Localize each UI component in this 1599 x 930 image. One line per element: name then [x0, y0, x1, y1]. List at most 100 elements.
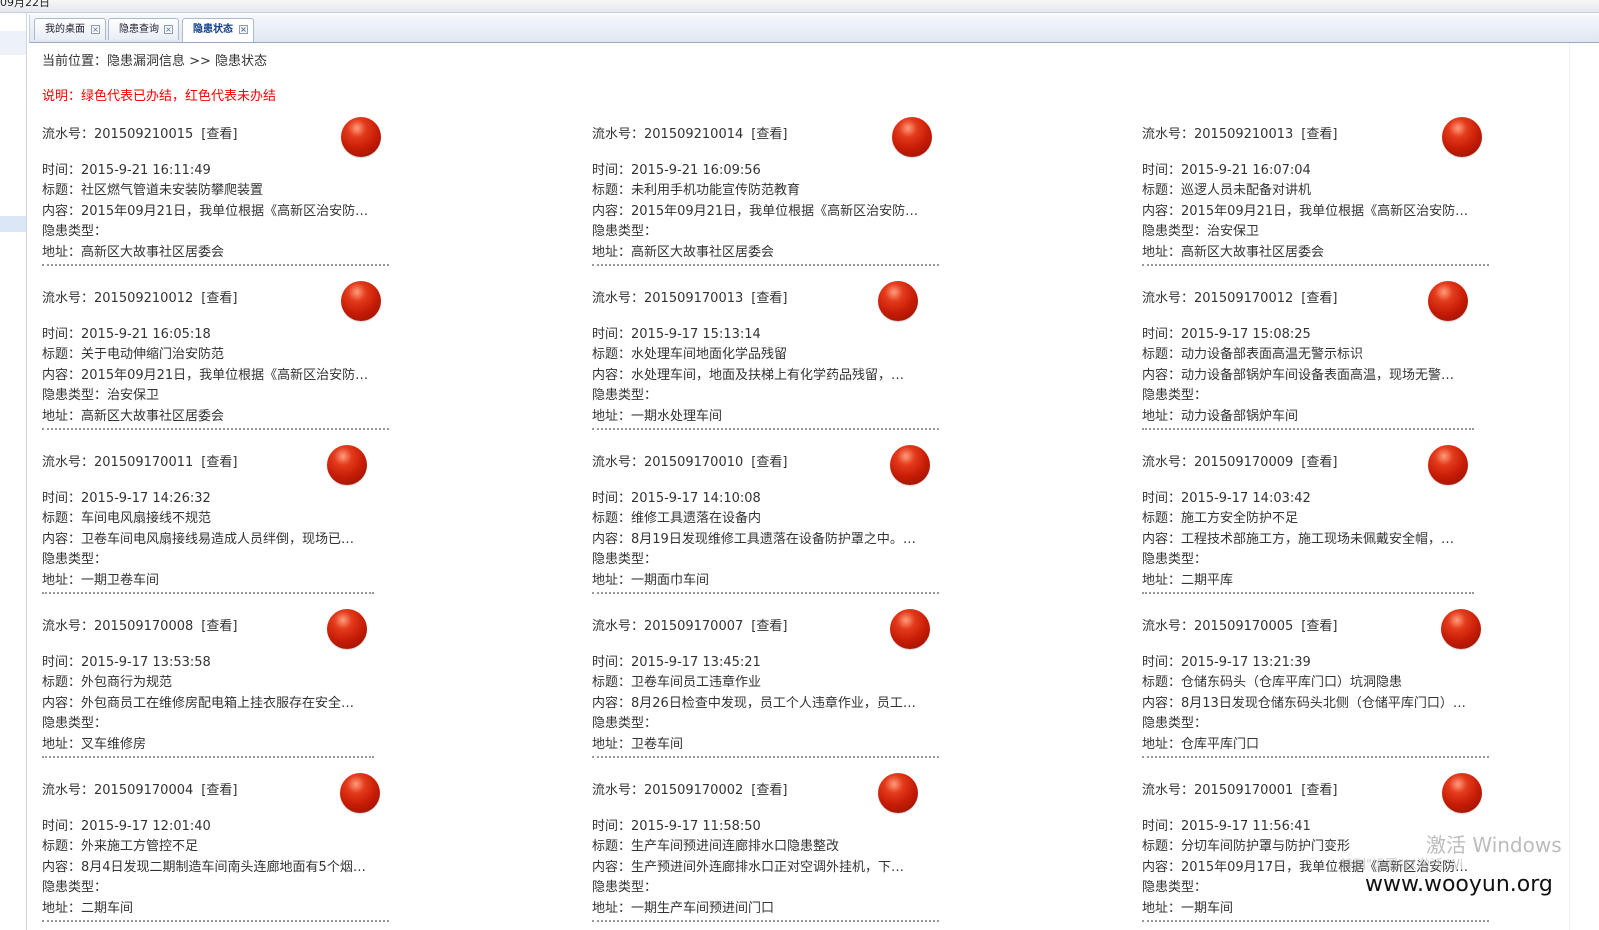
card-divider — [42, 264, 389, 266]
serial-number: 流水号：201509210015 — [42, 127, 194, 142]
view-link[interactable]: [查看] — [1301, 619, 1337, 634]
view-link[interactable]: [查看] — [201, 455, 237, 470]
hazard-type-value: 隐患类型： — [42, 552, 108, 567]
hazard-card: 流水号：201509210013 [查看] 时间：2015-9-21 16:07:0… — [1142, 117, 1492, 285]
title-value: 标题：关于电动伸缩门治安防范 — [42, 347, 225, 362]
address-value: 地址：二期平库 — [1142, 573, 1234, 588]
view-link[interactable]: [查看] — [201, 127, 237, 142]
top-header-bar: 09月22日 — [0, 0, 1599, 13]
view-link[interactable]: [查看] — [1301, 783, 1337, 798]
wooyun-site-label: www.wooyun.org — [1365, 872, 1553, 897]
red-status-indicator-icon — [1442, 117, 1482, 157]
left-nav-strip-selected — [0, 216, 26, 232]
content-value: 内容：卫卷车间电风扇接线易造成人员绊倒，现场已… — [42, 532, 355, 547]
address-value: 地址：一期水处理车间 — [592, 409, 723, 424]
time-value: 时间：2015-9-17 14:03:42 — [1142, 491, 1311, 506]
address-value: 地址：高新区大故事社区居委会 — [42, 245, 225, 260]
address-value: 地址：一期卫卷车间 — [42, 573, 160, 588]
hazard-status-content: 当前位置：隐患漏洞信息 >> 隐患状态 说明：绿色代表已办结，红色代表未办结 流… — [30, 43, 1569, 930]
content-value: 内容：2015年09月21日，我单位根据《高新区治安防… — [42, 368, 369, 383]
tab-label: 隐患状态 — [193, 24, 233, 35]
hazard-card: 流水号：201509170007 [查看] 时间：2015-9-17 13:45:2… — [592, 609, 942, 777]
red-status-indicator-icon — [1441, 609, 1481, 649]
hazard-type-value: 隐患类型： — [592, 880, 658, 895]
tab-my-desktop[interactable]: 我的桌面 × — [34, 18, 106, 40]
tab-hazard-query[interactable]: 隐患查询 × — [108, 18, 179, 40]
content-value: 内容：8月13日发现仓储东码头北侧（仓储平库门口）… — [1142, 696, 1466, 711]
tab-label: 隐患查询 — [119, 24, 159, 35]
title-value: 标题：社区燃气管道未安装防攀爬装置 — [42, 183, 264, 198]
view-link[interactable]: [查看] — [751, 291, 787, 306]
view-link[interactable]: [查看] — [751, 127, 787, 142]
red-status-indicator-icon — [890, 609, 930, 649]
view-link[interactable]: [查看] — [201, 619, 237, 634]
content-value: 内容：工程技术部施工方，施工现场未佩戴安全帽，… — [1142, 532, 1455, 547]
content-value: 内容：水处理车间，地面及扶梯上有化学药品残留，… — [592, 368, 905, 383]
hazard-type-value: 隐患类型： — [592, 716, 658, 731]
title-value: 标题：仓储东码头（仓库平库门口）坑洞隐患 — [1142, 675, 1403, 690]
serial-number: 流水号：201509210014 — [592, 127, 744, 142]
time-value: 时间：2015-9-17 11:58:50 — [592, 819, 761, 834]
card-divider — [42, 592, 374, 594]
hazard-type-value: 隐患类型： — [1142, 388, 1208, 403]
time-value: 时间：2015-9-17 14:10:08 — [592, 491, 761, 506]
serial-number: 流水号：201509210012 — [42, 291, 194, 306]
red-status-indicator-icon — [1428, 281, 1468, 321]
close-icon[interactable]: × — [164, 25, 173, 34]
time-value: 时间：2015-9-21 16:11:49 — [42, 163, 211, 178]
time-value: 时间：2015-9-21 16:09:56 — [592, 163, 761, 178]
view-link[interactable]: [查看] — [201, 783, 237, 798]
address-value: 地址：卫卷车间 — [592, 737, 684, 752]
serial-number-row: 流水号：201509210012 [查看] — [42, 290, 392, 308]
serial-number: 流水号：201509170008 — [42, 619, 194, 634]
card-divider — [1142, 920, 1489, 922]
time-value: 时间：2015-9-21 16:05:18 — [42, 327, 211, 342]
hazard-card: 流水号：201509170010 [查看] 时间：2015-9-17 14:10:0… — [592, 445, 942, 613]
view-link[interactable]: [查看] — [201, 291, 237, 306]
view-link[interactable]: [查看] — [1301, 455, 1337, 470]
card-divider — [592, 592, 939, 594]
tab-hazard-status[interactable]: 隐患状态 × — [182, 18, 254, 42]
title-value: 标题：生产车间预进间连廊排水口隐患整改 — [592, 839, 840, 854]
hazard-type-value: 隐患类型： — [592, 224, 658, 239]
status-color-notice: 说明：绿色代表已办结，红色代表未办结 — [42, 89, 277, 104]
right-scroll-gutter — [1569, 43, 1599, 930]
address-value: 地址：动力设备部锅炉车间 — [1142, 409, 1299, 424]
hazard-card: 流水号：201509210012 [查看] 时间：2015-9-21 16:05:1… — [42, 281, 392, 449]
view-link[interactable]: [查看] — [751, 455, 787, 470]
content-value: 内容：生产预进间外连廊排水口正对空调外挂机，下… — [592, 860, 905, 875]
title-value: 标题：施工方安全防护不足 — [1142, 511, 1299, 526]
title-value: 标题：车间电风扇接线不规范 — [42, 511, 212, 526]
hazard-type-value: 隐患类型： — [42, 880, 108, 895]
serial-number: 流水号：201509170013 — [592, 291, 744, 306]
hazard-card: 流水号：201509210015 [查看] 时间：2015-9-21 16:11:4… — [42, 117, 392, 285]
view-link[interactable]: [查看] — [1301, 127, 1337, 142]
hazard-type-value: 隐患类型： — [1142, 716, 1208, 731]
serial-number-row: 流水号：201509210013 [查看] — [1142, 126, 1492, 144]
time-value: 时间：2015-9-17 13:45:21 — [592, 655, 761, 670]
view-link[interactable]: [查看] — [751, 619, 787, 634]
address-value: 地址：高新区大故事社区居委会 — [42, 409, 225, 424]
time-value: 时间：2015-9-17 14:26:32 — [42, 491, 211, 506]
time-value: 时间：2015-9-17 13:53:58 — [42, 655, 211, 670]
content-value: 内容：8月4日发现二期制造车间南头连廊地面有5个烟… — [42, 860, 366, 875]
hazard-card: 流水号：201509170005 [查看] 时间：2015-9-17 13:21:3… — [1142, 609, 1492, 777]
content-value: 内容：动力设备部锅炉车间设备表面高温，现场无警… — [1142, 368, 1455, 383]
title-value: 标题：卫卷车间员工违章作业 — [592, 675, 762, 690]
red-status-indicator-icon — [341, 117, 381, 157]
view-link[interactable]: [查看] — [751, 783, 787, 798]
hazard-type-value: 隐患类型：治安保卫 — [1142, 224, 1260, 239]
view-link[interactable]: [查看] — [1301, 291, 1337, 306]
serial-number-row: 流水号：201509170005 [查看] — [1142, 618, 1492, 636]
time-value: 时间：2015-9-17 12:01:40 — [42, 819, 211, 834]
red-status-indicator-icon — [327, 609, 367, 649]
close-icon[interactable]: × — [239, 25, 248, 34]
close-icon[interactable]: × — [91, 25, 100, 34]
card-divider — [592, 264, 939, 266]
hazard-type-value: 隐患类型： — [42, 716, 108, 731]
card-divider — [1142, 264, 1489, 266]
red-status-indicator-icon — [341, 281, 381, 321]
hazard-card: 流水号：201509170002 [查看] 时间：2015-9-17 11:58:5… — [592, 773, 942, 930]
hazard-card: 流水号：201509170008 [查看] 时间：2015-9-17 13:53:5… — [42, 609, 392, 777]
title-value: 标题：巡逻人员未配备对讲机 — [1142, 183, 1312, 198]
